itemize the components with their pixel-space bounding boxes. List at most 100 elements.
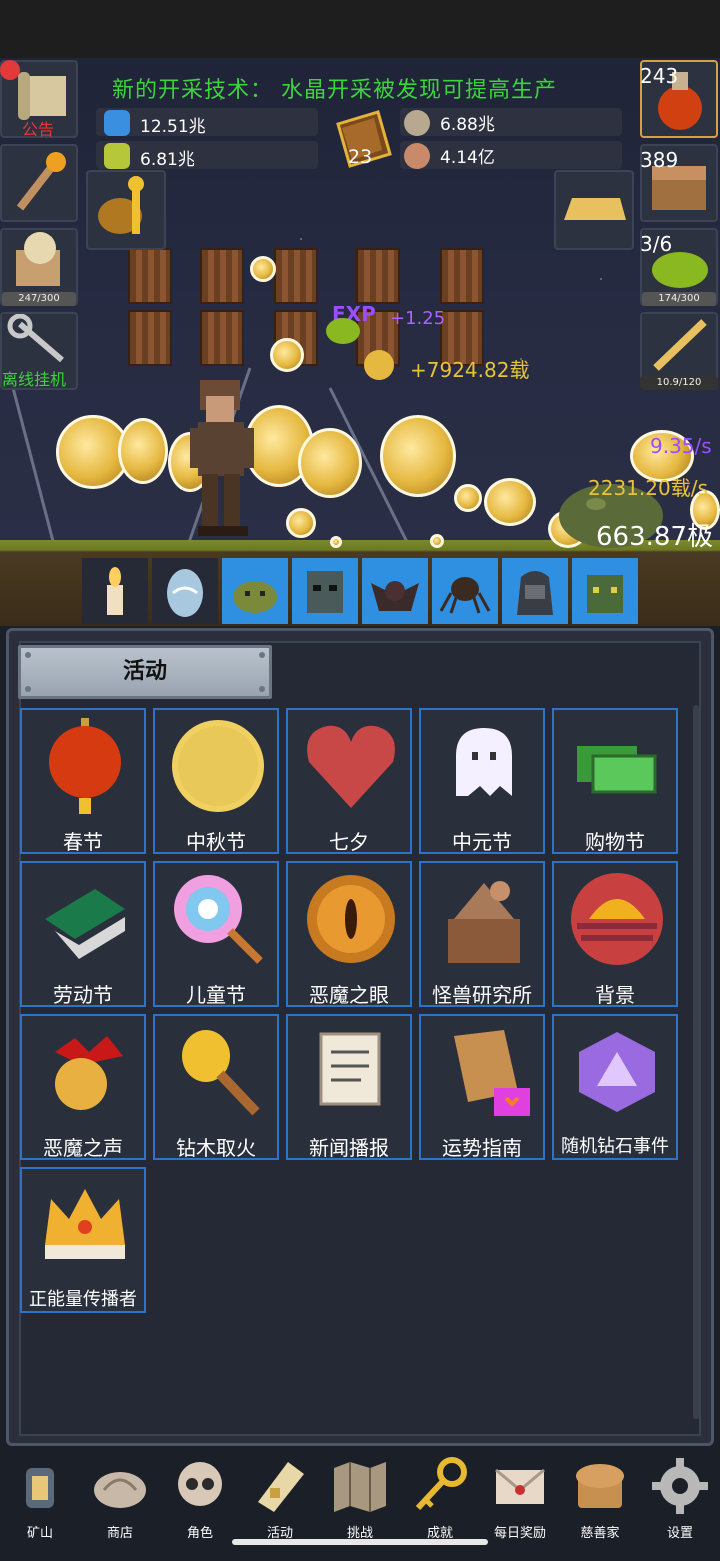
candle-slot[interactable]: [82, 558, 148, 624]
activity-ghost-festival[interactable]: 中元节: [419, 708, 545, 854]
activity-label: 劳动节: [53, 983, 113, 1007]
orc-icon: [587, 575, 623, 613]
gear-icon: [652, 1458, 708, 1514]
wrench-key-icon: [7, 313, 64, 363]
gold-bar-button[interactable]: [554, 170, 634, 250]
nav-shop[interactable]: 商店: [80, 1446, 160, 1561]
spider-monster-slot[interactable]: [432, 558, 498, 624]
activity-monster-lab[interactable]: 怪兽研究所: [419, 861, 545, 1007]
monster-strip: [82, 558, 638, 624]
eye-icon: [307, 875, 395, 963]
meat-box: [400, 141, 622, 169]
nav-settings[interactable]: 设置: [640, 1446, 720, 1561]
status-bar: [0, 0, 720, 58]
slime-monster-slot[interactable]: [222, 558, 288, 624]
nav-daily-reward[interactable]: 每日奖励: [480, 1446, 560, 1561]
activity-drill-fire[interactable]: 钻木取火: [153, 1014, 279, 1160]
activity-positive-energy[interactable]: 正能量传播者: [20, 1167, 146, 1313]
activity-label: 春节: [63, 830, 103, 854]
panel-scrollbar[interactable]: [693, 705, 699, 1419]
slime-drop-icon: [326, 318, 360, 344]
activity-label: 背景: [595, 983, 635, 1007]
ghost-icon: [456, 728, 512, 796]
gold-rate: 2231.20载/s: [588, 476, 708, 500]
golden-key-icon: [98, 176, 144, 234]
offline-label: 离线挂机: [2, 370, 67, 389]
activity-label: 七夕: [329, 830, 369, 854]
nav-label: 慈善家: [580, 1526, 620, 1541]
activity-demon-voice[interactable]: 恶魔之声: [20, 1014, 146, 1160]
activity-labor-day[interactable]: 劳动节: [20, 861, 146, 1007]
nav-character[interactable]: 角色: [160, 1446, 240, 1561]
map-icon: [334, 1462, 386, 1512]
nav-label: 矿山: [26, 1526, 53, 1541]
bat-monster-slot[interactable]: [362, 558, 428, 624]
activity-spring-festival[interactable]: 春节: [20, 708, 146, 854]
activity-label: 怪兽研究所: [432, 983, 532, 1007]
activity-label: 正能量传播者: [29, 1289, 137, 1310]
nav-mine[interactable]: 矿山: [0, 1446, 80, 1561]
cookie-icon: [16, 232, 60, 286]
shell-icon: [94, 1472, 146, 1508]
activity-shopping-festival[interactable]: 购物节: [552, 708, 678, 854]
diamond-icon: [579, 1032, 655, 1112]
activity-random-diamond[interactable]: 随机钻石事件: [552, 1014, 678, 1160]
notice-badge: [0, 60, 20, 80]
slime-progress: 174/300: [642, 292, 716, 306]
reaper-icon: [517, 571, 553, 615]
sword-icon: [653, 319, 707, 371]
gold-bar-icon: [564, 198, 626, 220]
torch-button[interactable]: [0, 144, 78, 222]
activity-qixi[interactable]: 七夕: [286, 708, 412, 854]
home-indicator[interactable]: [232, 1539, 488, 1545]
torch-icon: [16, 152, 66, 211]
scroll-icon: [258, 1462, 304, 1512]
activity-demon-eye[interactable]: 恶魔之眼: [286, 861, 412, 1007]
chest-count: 389: [640, 148, 679, 172]
ore-value: 6.88兆: [440, 115, 495, 135]
activity-background[interactable]: 背景: [552, 861, 678, 1007]
news-icon: [319, 1032, 381, 1106]
skull-icon: [178, 1462, 222, 1506]
egg-slot[interactable]: [152, 558, 218, 624]
activity-label: 钻木取火: [176, 1136, 256, 1160]
meat-value: 4.14亿: [440, 148, 495, 168]
crown-icon: [45, 1189, 125, 1259]
treasure-key-button[interactable]: [86, 170, 166, 250]
lantern-nav-icon: [26, 1468, 54, 1508]
bat-icon: [371, 581, 419, 611]
zombie-monster-slot[interactable]: [292, 558, 358, 624]
activity-mid-autumn[interactable]: 中秋节: [153, 708, 279, 854]
coin-drop-icon: [364, 350, 394, 380]
ore-icon: [404, 110, 430, 136]
gold-total: 663.87极: [596, 522, 713, 552]
bell-icon: [55, 1036, 123, 1110]
heart-icon: [307, 725, 395, 808]
gold-gain: +7924.82载: [410, 358, 530, 382]
news-ticker: 新的开采技术： 水晶开采被发现可提高生产: [112, 78, 557, 103]
slime-count: 3/6: [640, 232, 673, 256]
book-count: 23: [348, 146, 373, 168]
zombie-icon: [307, 571, 343, 613]
spider-icon: [439, 577, 491, 614]
cookie-progress: 247/300: [2, 292, 76, 306]
bread-icon: [576, 1464, 624, 1508]
blue-potion-value: 12.51兆: [140, 117, 206, 137]
activity-fortune[interactable]: 运势指南: [419, 1014, 545, 1160]
activity-childrens-day[interactable]: 儿童节: [153, 861, 279, 1007]
key-icon: [415, 1457, 467, 1511]
exp-rate: 9.35/s: [650, 434, 712, 458]
reaper-monster-slot[interactable]: [502, 558, 568, 624]
lantern-icon: [49, 718, 121, 814]
green-potion-value: 6.81兆: [140, 150, 195, 170]
activity-label: 恶魔之眼: [309, 983, 389, 1007]
activity-label: 运势指南: [442, 1136, 522, 1160]
brush-icon: [45, 889, 125, 959]
orc-monster-slot[interactable]: [572, 558, 638, 624]
nav-philanthropist[interactable]: 慈善家: [560, 1446, 640, 1561]
activity-tab[interactable]: 活动: [18, 645, 272, 699]
lollipop-icon: [174, 875, 263, 964]
activity-label: 中元节: [452, 830, 512, 854]
activity-news[interactable]: 新闻播报: [286, 1014, 412, 1160]
sunset-icon: [571, 873, 663, 965]
